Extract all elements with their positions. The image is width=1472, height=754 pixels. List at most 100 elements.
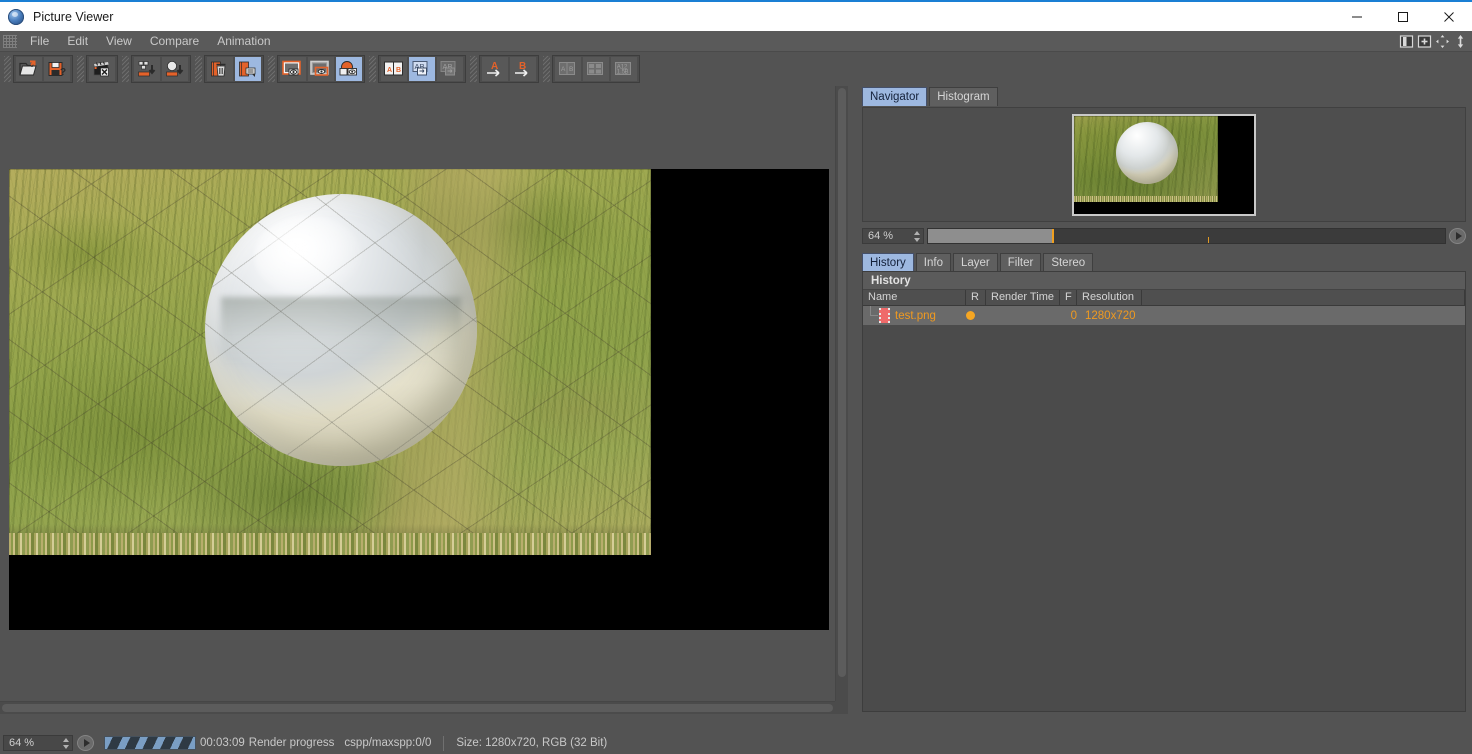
frame-eye-b-icon[interactable] (308, 57, 334, 81)
status-bar: 64 % 00:03:09 Render progress cspp/maxsp… (0, 732, 1472, 754)
tab-layer[interactable]: Layer (952, 253, 998, 272)
multipass-down-icon[interactable] (134, 57, 160, 81)
navigator-sphere (1116, 121, 1178, 184)
timeline-playhead[interactable] (1052, 228, 1055, 243)
navigator-zoom-input[interactable]: 64 % (862, 227, 924, 244)
sphere-down-icon[interactable] (162, 57, 188, 81)
tab-history[interactable]: History (862, 253, 914, 272)
toolbar-grip-8[interactable] (543, 56, 550, 82)
film-strip-icon (879, 308, 890, 323)
image-canvas[interactable] (0, 86, 835, 701)
window-title: Picture Viewer (33, 9, 114, 24)
history-list[interactable]: History Name R Render Time F Resolution … (862, 271, 1466, 712)
status-progress-label: Render progress (248, 737, 335, 749)
arrow-to-b-icon[interactable]: B (510, 57, 536, 81)
menu-item-compare[interactable]: Compare (141, 32, 208, 51)
column-header-name[interactable]: Name (863, 290, 966, 305)
navigator-thumbnail[interactable] (1072, 113, 1256, 216)
viewport-horizontal-scrollbar[interactable] (0, 701, 835, 714)
title-bar: Picture Viewer (0, 2, 1472, 31)
image-viewport[interactable] (0, 86, 848, 714)
svg-text:B: B (569, 66, 573, 73)
layout-grid-icon[interactable] (583, 57, 609, 81)
maximize-icon[interactable] (1380, 2, 1426, 31)
table-row[interactable]: test.png 0 1280x720 (863, 306, 1465, 325)
svg-text:A: A (387, 67, 392, 74)
sphere-wireframe (205, 194, 477, 466)
details-tabs: History Info Layer Filter Stereo (862, 252, 1466, 272)
trash-image-icon[interactable] (207, 57, 233, 81)
play-icon[interactable] (1449, 227, 1466, 244)
row-render-status (966, 311, 986, 320)
toolbar-grip-5[interactable] (268, 56, 275, 82)
horizontal-scroll-thumb[interactable] (2, 704, 833, 712)
status-play-icon[interactable] (77, 735, 94, 751)
frame-eye-a-icon[interactable] (280, 57, 306, 81)
status-sampling: cspp/maxspp:0/0 (344, 737, 432, 749)
resize-vertical-icon[interactable] (1453, 34, 1468, 49)
column-header-r[interactable]: R (966, 290, 986, 305)
tab-filter[interactable]: Filter (999, 253, 1042, 272)
picture-viewer-window: Picture Viewer File Edit View Compare An… (0, 0, 1472, 754)
window-controls (1334, 2, 1472, 31)
move-icon[interactable] (1435, 34, 1450, 49)
toolbar-grip-4[interactable] (195, 56, 202, 82)
column-header-spacer (1142, 290, 1465, 305)
toolbar-grip-2[interactable] (77, 56, 84, 82)
animation-timeline[interactable] (927, 227, 1446, 244)
status-zoom-stepper[interactable] (62, 738, 69, 749)
ab-split-icon[interactable]: A B (381, 57, 407, 81)
render-progress-stripes (104, 736, 196, 750)
sphere-logo-icon (8, 8, 24, 25)
menu-item-view[interactable]: View (97, 32, 141, 51)
status-zoom-input[interactable]: 64 % (3, 735, 73, 751)
layout-multi-icon[interactable]: A1 2 1.5 B (611, 57, 637, 81)
svg-text:?: ? (60, 67, 66, 78)
column-header-f[interactable]: F (1060, 290, 1077, 305)
menu-item-file[interactable]: File (21, 32, 58, 51)
history-column-headers: Name R Render Time F Resolution (863, 290, 1465, 306)
status-elapsed: 00:03:09 (200, 737, 245, 749)
layout-ab-icon[interactable]: A B (555, 57, 581, 81)
tab-stereo[interactable]: Stereo (1043, 253, 1094, 272)
toolbar-group-history (204, 55, 264, 83)
navigator-zoom-stepper[interactable] (913, 230, 920, 242)
status-size-info: Size: 1280x720, RGB (32 Bit) (456, 737, 608, 749)
film-clapper-x-icon[interactable] (89, 57, 115, 81)
toolbar-grip-6[interactable] (369, 56, 376, 82)
render-scanline-band (9, 533, 651, 555)
minimize-icon[interactable] (1334, 2, 1380, 31)
tab-navigator[interactable]: Navigator (862, 87, 928, 106)
toolbar-group-layout: A B A1 2 1.5 B (552, 55, 640, 83)
sphere-eye-icon[interactable] (336, 57, 362, 81)
details-panel: History Info Layer Filter Stereo History… (862, 252, 1466, 712)
ab-blend-icon[interactable]: AB (409, 57, 435, 81)
image-list-icon[interactable] (235, 57, 261, 81)
add-view-icon[interactable] (1417, 34, 1432, 49)
open-folder-icon[interactable] (16, 57, 42, 81)
drag-grip-icon[interactable] (3, 34, 17, 48)
timeline-fill (928, 228, 1053, 243)
column-header-resolution[interactable]: Resolution (1077, 290, 1142, 305)
close-icon[interactable] (1426, 2, 1472, 31)
vertical-scroll-thumb[interactable] (838, 88, 846, 677)
arrow-to-a-icon[interactable]: A (482, 57, 508, 81)
toolbar-grip[interactable] (4, 56, 11, 82)
status-separator (443, 735, 445, 751)
save-disk-question-icon[interactable]: ? (44, 57, 70, 81)
column-header-render-time[interactable]: Render Time (986, 290, 1060, 305)
toolbar-grip-7[interactable] (470, 56, 477, 82)
tab-info[interactable]: Info (915, 253, 951, 272)
menu-bar: File Edit View Compare Animation (0, 31, 1472, 52)
menu-item-edit[interactable]: Edit (58, 32, 97, 51)
ab-diff-icon[interactable]: AB (437, 57, 463, 81)
toolbar-grip-3[interactable] (122, 56, 129, 82)
menu-item-animation[interactable]: Animation (208, 32, 279, 51)
toolbar-group-file: ? (13, 55, 73, 83)
navigator-preview[interactable] (862, 107, 1466, 222)
tab-histogram[interactable]: Histogram (929, 87, 998, 106)
viewport-vertical-scrollbar[interactable] (835, 86, 848, 701)
render-frame (9, 169, 829, 630)
split-layout-icon[interactable] (1399, 34, 1414, 49)
navigator-zoom-row: 64 % (862, 227, 1466, 244)
